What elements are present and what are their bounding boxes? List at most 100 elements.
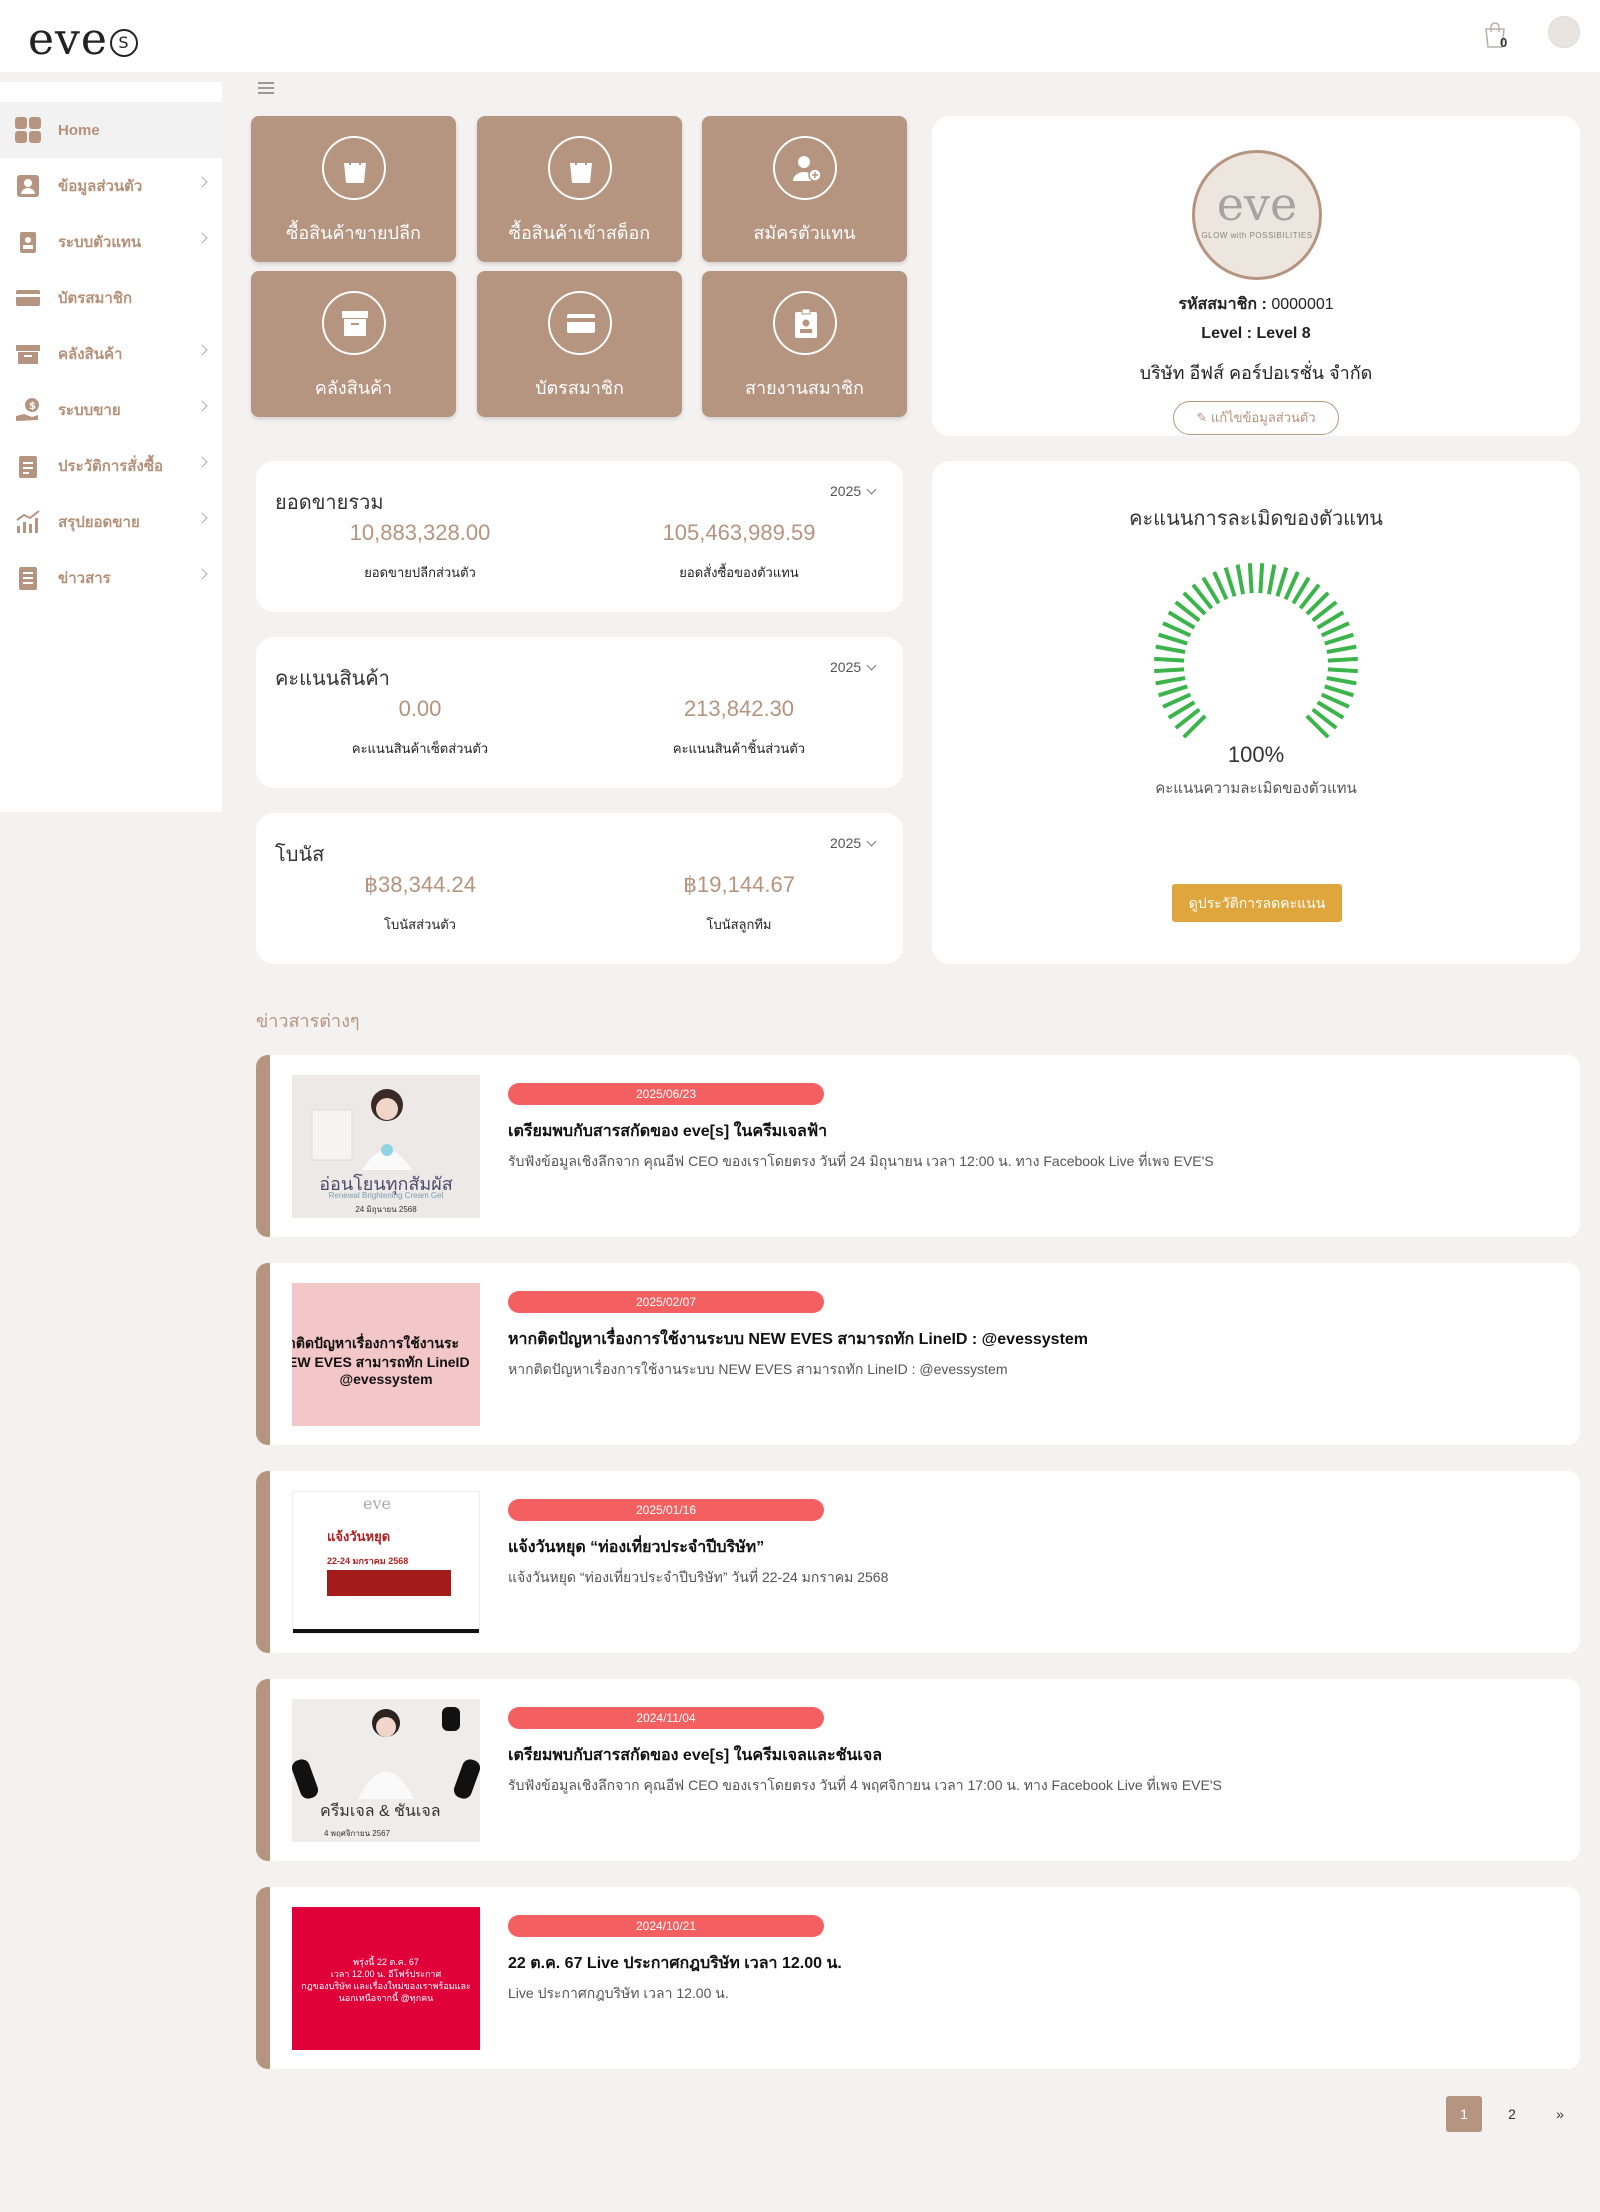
- home-grid-icon: [15, 117, 41, 143]
- points-title: คะแนนสินค้า: [275, 668, 390, 690]
- sidebar-item-label: ข้อมูลส่วนตัว: [58, 178, 143, 195]
- sidebar-item-label: ข่าวสาร: [58, 570, 111, 587]
- news-date-badge: 2024/10/21: [508, 1915, 824, 1937]
- top-bar: eve S 0: [0, 0, 1600, 72]
- card-icon: [548, 291, 612, 355]
- user-avatar[interactable]: [1548, 16, 1580, 48]
- gauge-tick: [1158, 632, 1188, 646]
- tile-member-lineage[interactable]: สายงานสมาชิก: [702, 271, 907, 417]
- tile-register-agent[interactable]: สมัครตัวแทน: [702, 116, 907, 262]
- bonus-title: โบนัส: [275, 844, 325, 866]
- shopping-bag-icon: [548, 136, 612, 200]
- news-item[interactable]: eve แจ้งวันหยุด 22-24 มกราคม 2568 2025/0…: [256, 1471, 1580, 1653]
- gauge-tick: [1155, 644, 1186, 654]
- news-description: รับฟังข้อมูลเชิงลึกจาก คุณอีฟ CEO ของเรา…: [508, 1777, 1222, 1793]
- chevron-right-icon: [196, 456, 208, 468]
- sidebar-item-label: ระบบขาย: [58, 402, 121, 419]
- gauge-tick: [1267, 564, 1277, 595]
- clipboard-user-icon: [773, 291, 837, 355]
- sidebar-item-label: ระบบตัวแทน: [58, 234, 142, 251]
- sidebar-item-profile[interactable]: ข้อมูลส่วนตัว: [0, 158, 222, 214]
- page-button-1[interactable]: 1: [1446, 2096, 1482, 2132]
- sidebar-item-sales-summary[interactable]: สรุปยอดขาย: [0, 494, 222, 550]
- member-id-line: รหัสสมาชิก : 0000001: [1178, 296, 1334, 313]
- tile-retail-purchase[interactable]: ซื้อสินค้าขายปลีก: [251, 116, 456, 262]
- tile-label: บัตรสมาชิก: [535, 378, 624, 398]
- news-title[interactable]: 22 ต.ค. 67 Live ประกาศกฎบริษัท เวลา 12.0…: [508, 1951, 842, 1976]
- gauge-tick: [1235, 564, 1245, 595]
- shopping-bag-icon: [322, 136, 386, 200]
- agent-orders-label: ยอดสั่งซื้อของตัวแทน: [679, 565, 799, 580]
- gauge-percent: 100%: [1227, 742, 1285, 767]
- gauge-tick: [1327, 656, 1358, 663]
- gauge-tick: [1326, 676, 1357, 686]
- agent-orders-value: 105,463,989.59: [662, 520, 816, 545]
- sidebar-item-sales-system[interactable]: $ ระบบขาย: [0, 382, 222, 438]
- edit-profile-button[interactable]: ✎ แก้ไขข้อมูลส่วนตัว: [1173, 401, 1339, 435]
- news-description: รับฟังข้อมูลเชิงลึกจาก คุณอีฟ CEO ของเรา…: [508, 1153, 1214, 1169]
- tile-stock-purchase[interactable]: ซื้อสินค้าเข้าสต็อก: [477, 116, 682, 262]
- sales-year-select[interactable]: 2025: [830, 483, 875, 499]
- news-description: Live ประกาศกฎบริษัท เวลา 12.00 น.: [508, 1985, 729, 2001]
- points-year-select[interactable]: 2025: [830, 659, 875, 675]
- sidebar-item-order-history[interactable]: ประวัติการสั่งซื้อ: [0, 438, 222, 494]
- sales-chart-icon: [16, 510, 40, 533]
- page-button-2[interactable]: 2: [1494, 2096, 1530, 2132]
- news-item[interactable]: พรุ่งนี้ 22 ต.ค. 67 เวลา 12.00 น. อีโฟร์…: [256, 1887, 1580, 2069]
- gauge-tick: [1158, 684, 1188, 698]
- news-thumbnail: eve แจ้งวันหยุด 22-24 มกราคม 2568: [292, 1491, 480, 1634]
- svg-text:$: $: [29, 401, 36, 412]
- tile-warehouse[interactable]: คลังสินค้า: [251, 271, 456, 417]
- gauge-subtitle: คะแนนความละเมิดของตัวแทน: [1155, 780, 1357, 797]
- view-deduction-history-button[interactable]: ดูประวัติการลดคะแนน: [1172, 884, 1342, 922]
- news-title[interactable]: เตรียมพบกับสารสกัดของ eve[s] ในครีมเจลฟ้…: [508, 1119, 827, 1144]
- news-thumbnail: อ่อนโยนทุกสัมผัส Renewal Brightening Cre…: [292, 1075, 480, 1218]
- tile-label: สายงานสมาชิก: [745, 378, 864, 398]
- menu-toggle-icon[interactable]: [258, 82, 274, 94]
- chevron-right-icon: [196, 344, 208, 356]
- news-item[interactable]: าติดปัญหาเรื่องการใช้งานระ EW EVES สามาร…: [256, 1263, 1580, 1445]
- retail-sales-value: 10,883,328.00: [349, 520, 491, 545]
- news-item[interactable]: ครีมเจล & ชันเจล 4 พฤศจิกายน 2567 2024/1…: [256, 1679, 1580, 1861]
- violation-gauge: [1154, 563, 1358, 739]
- news-item[interactable]: อ่อนโยนทุกสัมผัส Renewal Brightening Cre…: [256, 1055, 1580, 1237]
- sidebar-item-label: คลังสินค้า: [58, 346, 123, 363]
- sidebar-item-warehouse[interactable]: คลังสินค้า: [0, 326, 222, 382]
- chevron-right-icon: [196, 568, 208, 580]
- sidebar: Home ข้อมูลส่วนตัว ระบบตัวแทน บัตรสมาชิก…: [0, 82, 222, 812]
- add-user-icon: [773, 136, 837, 200]
- tile-member-card[interactable]: บัตรสมาชิก: [477, 271, 682, 417]
- sidebar-item-label: Home: [58, 121, 100, 139]
- profile-logo: eve GLOW with POSSIBILITIES: [1192, 150, 1322, 280]
- sales-title: ยอดขายรวม: [275, 492, 384, 514]
- set-points-value: 0.00: [398, 696, 442, 721]
- news-description: หากติดปัญหาเรื่องการใช้งานระบบ NEW EVES …: [508, 1361, 1008, 1377]
- warehouse-box-icon: [16, 345, 40, 364]
- news-thumbnail: พรุ่งนี้ 22 ต.ค. 67 เวลา 12.00 น. อีโฟร์…: [292, 1907, 480, 2050]
- bonus-year-select[interactable]: 2025: [830, 835, 875, 851]
- gauge-tick: [1154, 656, 1185, 663]
- sidebar-item-home[interactable]: Home: [0, 102, 222, 158]
- sidebar-item-agent[interactable]: ระบบตัวแทน: [0, 214, 222, 270]
- team-bonus-label: โบนัสลูกทีม: [706, 917, 772, 932]
- personal-bonus-label: โบนัสส่วนตัว: [384, 917, 456, 932]
- tile-label: สมัครตัวแทน: [753, 223, 856, 243]
- profile-icon: [17, 175, 39, 197]
- brand-logo[interactable]: eve S: [28, 14, 138, 65]
- gauge-tick: [1327, 667, 1358, 674]
- level-line: Level : Level 8: [1201, 325, 1311, 342]
- gauge-tick: [1223, 567, 1237, 597]
- news-date-badge: 2024/11/04: [508, 1707, 824, 1729]
- piece-points-label: คะแนนสินค้าชิ้นส่วนตัว: [672, 741, 806, 756]
- next-page-button[interactable]: »: [1542, 2096, 1578, 2132]
- news-document-icon: [19, 567, 37, 590]
- news-thumbnail: าติดปัญหาเรื่องการใช้งานระ EW EVES สามาร…: [292, 1283, 480, 1426]
- news-title[interactable]: เตรียมพบกับสารสกัดของ eve[s] ในครีมเจลแล…: [508, 1743, 882, 1768]
- news-date-badge: 2025/02/07: [508, 1291, 824, 1313]
- news-title[interactable]: แจ้งวันหยุด “ท่องเที่ยวประจำปีบริษัท”: [508, 1535, 764, 1560]
- gauge-tick: [1154, 667, 1185, 674]
- sidebar-item-member-card[interactable]: บัตรสมาชิก: [0, 270, 222, 326]
- news-title[interactable]: หากติดปัญหาเรื่องการใช้งานระบบ NEW EVES …: [508, 1327, 1088, 1352]
- pencil-icon: ✎: [1196, 410, 1208, 425]
- sidebar-item-news[interactable]: ข่าวสาร: [0, 550, 222, 606]
